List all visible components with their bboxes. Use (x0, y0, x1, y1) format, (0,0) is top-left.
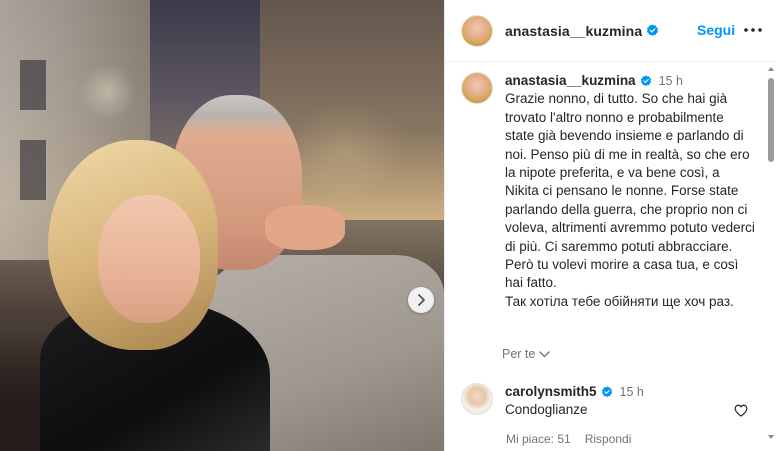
post-details-panel: anastasia__kuzmina Segui anastasia__kuzm… (444, 0, 776, 451)
post-caption: anastasia__kuzmina 15 h Grazie nonno, di … (461, 72, 761, 311)
caption-body: anastasia__kuzmina 15 h Grazie nonno, di … (505, 72, 755, 311)
building-window (20, 140, 46, 200)
caption-avatar[interactable] (461, 72, 493, 104)
woman-face (98, 195, 200, 323)
verified-badge-icon (601, 386, 613, 398)
scrollbar-thumb[interactable] (768, 78, 774, 162)
next-photo-button[interactable] (408, 287, 434, 313)
comment-reply-button[interactable]: Rispondi (585, 432, 632, 446)
post-photo (0, 0, 444, 451)
follow-button[interactable]: Segui (697, 22, 735, 38)
header-username[interactable]: anastasia__kuzmina (505, 23, 642, 39)
scroll-down-icon[interactable] (768, 435, 774, 439)
verified-badge-icon (646, 24, 659, 37)
woman-hand (265, 205, 345, 250)
post-header: anastasia__kuzmina Segui (445, 0, 776, 62)
heart-icon (734, 404, 748, 417)
verified-badge-icon (640, 75, 652, 87)
see-translation-button[interactable]: Per te (502, 347, 551, 361)
caption-text: Grazie nonno, di tutto. So che hai già t… (505, 91, 755, 254)
comment-item: carolynsmith5 15 h Condoglianze (461, 383, 761, 420)
comment-avatar[interactable] (461, 383, 493, 415)
chevron-right-icon (418, 294, 425, 306)
building-window (20, 60, 46, 110)
comment-text: Condoglianze (505, 402, 588, 418)
chevron-down-icon (539, 350, 551, 357)
more-options-button[interactable] (743, 20, 763, 40)
avatar[interactable] (461, 14, 493, 47)
scrollbar[interactable] (766, 62, 776, 451)
comment-likes[interactable]: Mi piace: 51 (506, 432, 571, 446)
caption-username[interactable]: anastasia__kuzmina (505, 73, 636, 88)
comment-username[interactable]: carolynsmith5 (505, 384, 597, 399)
caption-text: Так хотіла тебе обійняти ще хоч раз. (505, 293, 734, 309)
translate-label: Per te (502, 347, 536, 361)
like-comment-button[interactable] (734, 404, 748, 422)
comment-meta: Mi piace: 51 Rispondi (506, 432, 631, 446)
caption-text: Però tu volevi morire a casa tua, e così… (505, 257, 739, 291)
comment-timestamp[interactable]: 15 h (620, 385, 644, 399)
more-horizontal-icon (744, 28, 762, 32)
scroll-up-icon[interactable] (768, 67, 774, 71)
caption-timestamp[interactable]: 15 h (659, 74, 683, 88)
